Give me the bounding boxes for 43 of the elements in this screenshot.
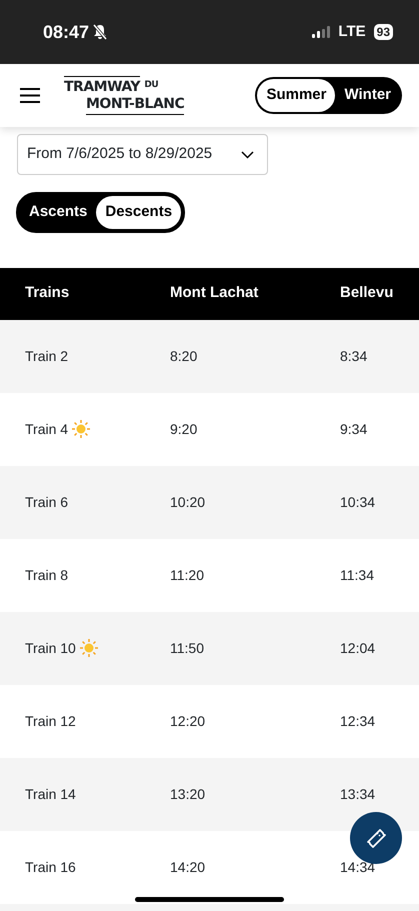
departure-time: 12:04 (340, 640, 376, 656)
train-name: Train 14 (25, 784, 76, 804)
train-name: Train 2 (25, 346, 68, 366)
column-header: Mont Lachat (170, 284, 258, 302)
departure-time: 10:34 (340, 494, 376, 510)
train-name: Train 16 (25, 858, 76, 876)
toggle-option[interactable]: Summer (257, 79, 336, 112)
departure-time: 14:34 (340, 858, 376, 874)
column-header: Trains (25, 284, 70, 302)
departure-time: 12:20 (170, 712, 206, 728)
ticket-icon (364, 826, 388, 850)
toggle-option[interactable]: Ascents (20, 196, 96, 228)
departure-time: 11:20 (170, 566, 204, 582)
departure-time: 9:34 (340, 420, 368, 436)
date-range-select[interactable]: From 7/6/2025 to 8/29/2025 (17, 134, 268, 175)
chevron-down-icon (241, 150, 254, 158)
battery-level: 93 (374, 24, 393, 40)
network-label: LTE (338, 22, 366, 42)
train-name: Train 4 (25, 420, 68, 438)
logo-text: TRAMWAY (64, 76, 140, 94)
menu-icon[interactable] (20, 88, 40, 103)
signal-icon (312, 26, 330, 38)
logo-text: MONT-BLANC (86, 97, 184, 115)
status-time: 08:47 (43, 20, 90, 44)
departure-time: 8:20 (170, 348, 198, 364)
train-name: Train 6 (25, 492, 68, 512)
column-header: Bellevu (340, 284, 394, 302)
departure-time: 12:34 (340, 712, 376, 728)
departure-time: 13:20 (170, 786, 206, 802)
toggle-option[interactable]: Winter (335, 79, 400, 112)
departure-time: 11:34 (340, 566, 374, 582)
departure-time: 10:20 (170, 494, 206, 510)
train-name: Train 10 (25, 638, 76, 658)
departure-time: 11:50 (170, 640, 204, 656)
train-name: Train 8 (25, 566, 68, 584)
toggle-option[interactable]: Descents (96, 196, 182, 228)
train-name: Train 12 (25, 712, 76, 730)
logo-text: DU (144, 80, 158, 90)
bell-muted-icon (93, 24, 108, 40)
departure-time: 14:20 (170, 858, 206, 874)
departure-time: 8:34 (340, 348, 368, 364)
departure-time: 13:34 (340, 786, 376, 802)
departure-time: 9:20 (170, 420, 198, 436)
